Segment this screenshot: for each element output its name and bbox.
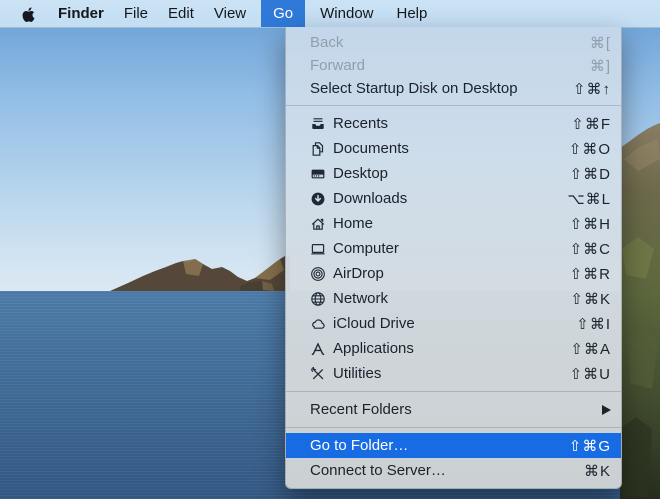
menu-item-downloads[interactable]: Downloads ⌥⌘L <box>286 186 621 211</box>
shortcut-label: ⇧⌘G <box>569 437 611 455</box>
menu-item-back: Back ⌘[ <box>286 31 621 54</box>
menu-separator <box>286 427 621 428</box>
shortcut-label: ⌘] <box>590 57 611 75</box>
menu-item-airdrop[interactable]: AirDrop ⇧⌘R <box>286 261 621 286</box>
shortcut-label: ⇧⌘D <box>570 165 611 183</box>
menu-item-label: Utilities <box>333 365 381 382</box>
home-icon <box>310 216 326 232</box>
menu-item-label: iCloud Drive <box>333 315 415 332</box>
menubar-item-window[interactable]: Window <box>310 0 383 27</box>
menu-item-documents[interactable]: Documents ⇧⌘O <box>286 136 621 161</box>
shortcut-label: ⇧⌘O <box>569 140 611 158</box>
menu-item-label: Select Startup Disk on Desktop <box>310 80 518 97</box>
menu-item-connect-to-server[interactable]: Connect to Server… ⌘K <box>286 458 621 483</box>
recents-icon <box>310 116 326 132</box>
desktop: Finder File Edit View Go Window Help Bac… <box>0 0 660 499</box>
documents-icon <box>310 141 326 157</box>
menu-item-computer[interactable]: Computer ⇧⌘C <box>286 236 621 261</box>
menu-item-label: AirDrop <box>333 265 384 282</box>
menu-item-go-to-folder[interactable]: Go to Folder… ⇧⌘G <box>286 433 621 458</box>
menubar-item-file[interactable]: File <box>114 0 158 27</box>
menu-item-applications[interactable]: Applications ⇧⌘A <box>286 336 621 361</box>
menu-item-icloud-drive[interactable]: iCloud Drive ⇧⌘I <box>286 311 621 336</box>
shortcut-label: ⇧⌘R <box>570 265 611 283</box>
submenu-arrow-icon <box>602 405 611 415</box>
shortcut-label: ⌘[ <box>590 34 611 52</box>
menu-item-recents[interactable]: Recents ⇧⌘F <box>286 111 621 136</box>
menubar-label: View <box>214 5 246 22</box>
menu-item-label: Back <box>310 34 343 51</box>
menubar-item-help[interactable]: Help <box>387 0 438 27</box>
menu-item-home[interactable]: Home ⇧⌘H <box>286 211 621 236</box>
menu-item-label: Computer <box>333 240 399 257</box>
menubar-item-view[interactable]: View <box>204 0 256 27</box>
menubar-label: File <box>124 5 148 22</box>
menu-item-select-startup-disk[interactable]: Select Startup Disk on Desktop ⇧⌘↑ <box>286 77 621 100</box>
apple-menu[interactable] <box>0 0 48 27</box>
menu-item-recent-folders[interactable]: Recent Folders <box>286 397 621 422</box>
shortcut-label: ⇧⌘F <box>571 115 611 133</box>
apple-icon <box>21 5 36 22</box>
menu-item-network[interactable]: Network ⇧⌘K <box>286 286 621 311</box>
airdrop-icon <box>310 266 326 282</box>
computer-icon <box>310 241 326 257</box>
shortcut-label: ⌥⌘L <box>567 190 611 208</box>
desktop-icon <box>310 166 326 182</box>
menubar-label: Help <box>397 5 428 22</box>
menu-item-label: Recent Folders <box>310 401 412 418</box>
applications-icon <box>310 341 326 357</box>
menu-bar: Finder File Edit View Go Window Help <box>0 0 660 28</box>
menu-item-label: Desktop <box>333 165 388 182</box>
icloud-drive-icon <box>310 316 326 332</box>
shortcut-label: ⌘K <box>584 462 611 480</box>
menu-item-label: Home <box>333 215 373 232</box>
menubar-label: Finder <box>58 5 104 22</box>
shortcut-label: ⇧⌘A <box>570 340 611 358</box>
menubar-label: Go <box>273 5 293 22</box>
menu-item-label: Applications <box>333 340 414 357</box>
menu-item-forward: Forward ⌘] <box>286 54 621 77</box>
shortcut-label: ⇧⌘K <box>570 290 611 308</box>
menu-item-label: Forward <box>310 57 365 74</box>
menu-item-label: Go to Folder… <box>310 437 408 454</box>
menu-item-label: Downloads <box>333 190 407 207</box>
menubar-item-edit[interactable]: Edit <box>158 0 204 27</box>
menubar-item-go[interactable]: Go <box>261 0 305 27</box>
menu-item-label: Recents <box>333 115 388 132</box>
menu-separator <box>286 391 621 392</box>
menu-item-label: Documents <box>333 140 409 157</box>
wallpaper-cliff <box>618 99 660 499</box>
wallpaper-island <box>0 232 290 292</box>
menu-separator <box>286 105 621 106</box>
go-menu-dropdown: Back ⌘[ Forward ⌘] Select Startup Disk o… <box>285 27 622 489</box>
utilities-icon <box>310 366 326 382</box>
shortcut-label: ⇧⌘C <box>570 240 611 258</box>
shortcut-label: ⇧⌘U <box>570 365 611 383</box>
menu-item-utilities[interactable]: Utilities ⇧⌘U <box>286 361 621 386</box>
shortcut-label: ⇧⌘I <box>576 315 611 333</box>
menu-item-label: Network <box>333 290 388 307</box>
downloads-icon <box>310 191 326 207</box>
menubar-label: Window <box>320 5 373 22</box>
menubar-label: Edit <box>168 5 194 22</box>
menu-item-desktop[interactable]: Desktop ⇧⌘D <box>286 161 621 186</box>
menu-item-label: Connect to Server… <box>310 462 446 479</box>
menubar-item-finder[interactable]: Finder <box>48 0 114 27</box>
network-icon <box>310 291 326 307</box>
shortcut-label: ⇧⌘↑ <box>573 80 611 98</box>
shortcut-label: ⇧⌘H <box>570 215 611 233</box>
